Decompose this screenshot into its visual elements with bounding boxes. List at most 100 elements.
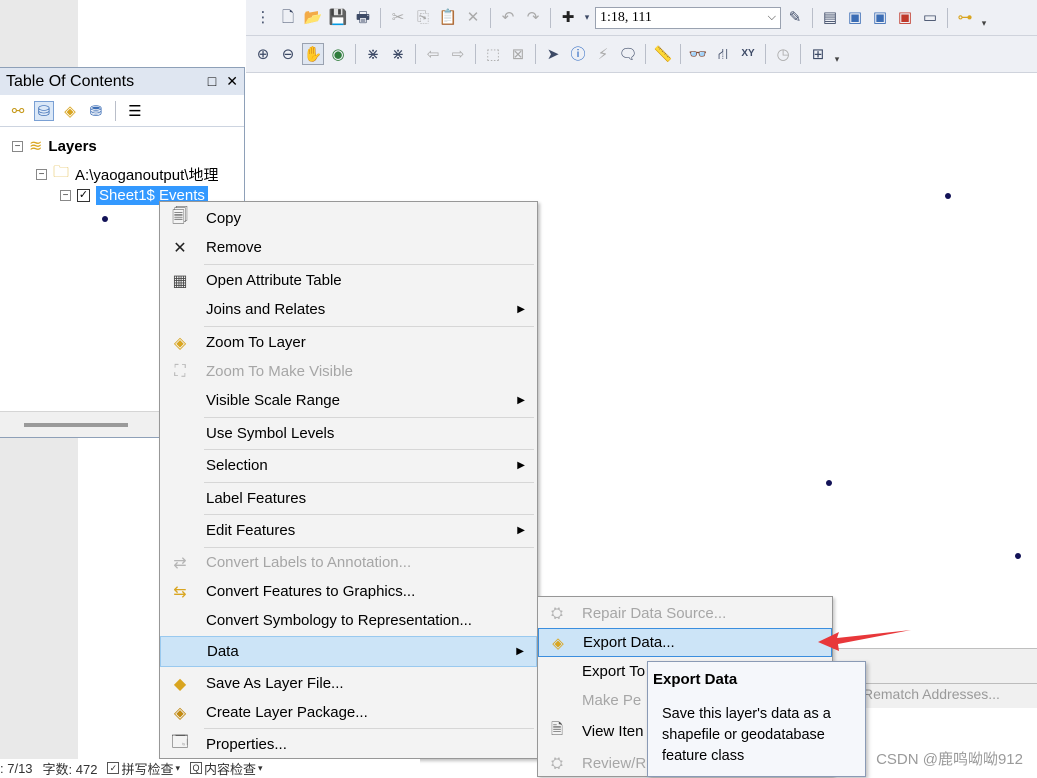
menu-item-open-attribute-table[interactable]: ▦ Open Attribute Table <box>160 266 537 295</box>
fixed-zoom-in-icon[interactable]: ⋇ <box>362 43 384 65</box>
toc-title-bar[interactable]: Table Of Contents □ ✕ <box>0 68 244 95</box>
folder-icon: 🗀 <box>53 164 70 181</box>
tree-row-folder[interactable]: − 🗀 A:\yaoganoutput\地理 <box>36 161 218 188</box>
full-extent-icon[interactable]: ◉ <box>327 43 349 65</box>
export-data-icon: ◈ <box>552 634 564 652</box>
toolbar-separator <box>800 44 801 64</box>
menu-item-convert-labels-to-annotation: ⇄ Convert Labels to Annotation... <box>160 548 537 577</box>
table-of-contents-icon[interactable]: ▤ <box>819 7 841 29</box>
menu-item-visible-scale-range[interactable]: Visible Scale Range ▶ <box>160 386 537 415</box>
layer-symbol-icon <box>102 216 108 222</box>
redo-icon[interactable]: ↷ <box>522 7 544 29</box>
measure-icon[interactable]: 📏 <box>652 43 674 65</box>
select-elements-icon[interactable]: ➤ <box>542 43 564 65</box>
menu-item-selection[interactable]: Selection ▶ <box>160 451 537 480</box>
menu-item-joins-and-relates[interactable]: Joins and Relates ▶ <box>160 295 537 324</box>
open-folder-icon[interactable]: 📂 <box>302 7 324 29</box>
toolbar-options-icon[interactable]: ▾ <box>979 7 989 29</box>
editor-toolbar-icon[interactable]: ✎ <box>784 7 806 29</box>
remove-icon: ✕ <box>173 239 187 257</box>
cut-icon[interactable]: ✂ <box>387 7 409 29</box>
content-check-button[interactable]: Q 内容检查 ▾ <box>190 759 263 778</box>
menu-label: Visible Scale Range <box>206 392 340 409</box>
python-window-icon[interactable]: ▭ <box>919 7 941 29</box>
page-indicator[interactable]: : 7/13 <box>0 761 33 776</box>
collapse-icon[interactable]: − <box>60 190 71 201</box>
options-icon[interactable]: ☰ <box>125 101 145 121</box>
go-to-xy-icon[interactable]: XY <box>737 43 759 65</box>
menu-item-create-layer-package[interactable]: ◈ Create Layer Package... <box>160 698 537 727</box>
select-features-icon[interactable]: ⬚ <box>482 43 504 65</box>
copy-icon[interactable]: ⎘ <box>412 7 434 29</box>
menu-separator <box>204 482 534 483</box>
undo-icon[interactable]: ↶ <box>497 7 519 29</box>
menu-separator <box>204 514 534 515</box>
menu-item-data[interactable]: Data ▶ <box>160 636 537 667</box>
toolbar-separator <box>415 44 416 64</box>
menu-item-convert-features-to-graphics[interactable]: ⇆ Convert Features to Graphics... <box>160 577 537 606</box>
save-icon[interactable]: 💾 <box>327 7 349 29</box>
print-icon[interactable]: 🖶 <box>352 7 374 29</box>
properties-icon: 🗔 <box>171 734 189 751</box>
clear-selection-icon[interactable]: ⊠ <box>507 43 529 65</box>
list-by-source-icon[interactable]: ⛁ <box>34 100 54 121</box>
tooltip-description: Save this layer's data as a shapefile or… <box>662 706 831 764</box>
menu-item-properties[interactable]: 🗔 Properties... <box>160 730 537 759</box>
spell-check-icon: ✓ <box>107 762 120 774</box>
layer-visibility-checkbox[interactable]: ✓ <box>77 189 90 202</box>
spell-check-button[interactable]: ✓ 拼写检查 ▾ <box>107 759 180 778</box>
time-slider-icon[interactable]: ◷ <box>772 43 794 65</box>
close-icon[interactable]: ✕ <box>226 73 238 90</box>
menu-item-save-as-layer-file[interactable]: ◆ Save As Layer File... <box>160 669 537 698</box>
hyperlink-icon[interactable]: ⚡ <box>592 43 614 65</box>
list-by-visibility-icon[interactable]: ◈ <box>60 101 80 121</box>
menu-item-label-features[interactable]: Label Features <box>160 484 537 513</box>
delete-icon[interactable]: ✕ <box>462 7 484 29</box>
list-by-selection-icon[interactable]: ⛃ <box>86 101 106 121</box>
chevron-down-icon[interactable]: ⌵ <box>768 11 776 24</box>
identify-icon[interactable]: ⓘ <box>567 43 589 65</box>
create-viewer-icon[interactable]: ⊞ <box>807 43 829 65</box>
map-scale-combobox[interactable]: 1:18, 111 ⌵ <box>595 6 781 29</box>
collapse-icon[interactable]: − <box>36 169 47 180</box>
paste-icon[interactable]: 📋 <box>437 7 459 29</box>
menu-item-convert-symbology-to-representation[interactable]: Convert Symbology to Representation... <box>160 606 537 635</box>
word-count[interactable]: 字数: 472 <box>43 759 98 778</box>
catalog-window-icon[interactable]: ▣ <box>844 7 866 29</box>
fixed-zoom-out-icon[interactable]: ⋇ <box>387 43 409 65</box>
submenu-item-export-data[interactable]: ◈ Export Data... <box>538 628 832 657</box>
menu-item-zoom-to-layer[interactable]: ◈ Zoom To Layer <box>160 328 537 357</box>
menu-item-use-symbol-levels[interactable]: Use Symbol Levels <box>160 419 537 448</box>
menu-label: Open Attribute Table <box>206 272 342 289</box>
submenu-arrow-icon: ▶ <box>517 460 525 471</box>
model-builder-icon[interactable]: ⊶ <box>954 7 976 29</box>
html-popup-icon[interactable]: 🗨 <box>617 43 639 65</box>
arctoolbox-icon[interactable]: ▣ <box>894 7 916 29</box>
scrollbar-thumb[interactable] <box>24 423 128 427</box>
tree-row-layers[interactable]: − ≋ Layers <box>12 136 97 156</box>
menu-item-copy[interactable]: 🗐 Copy <box>160 204 537 233</box>
menu-item-remove[interactable]: ✕ Remove <box>160 233 537 262</box>
new-document-icon[interactable]: 🗋 <box>277 7 299 29</box>
search-window-icon[interactable]: ▣ <box>869 7 891 29</box>
watermark: CSDN @鹿鸣呦呦912 <box>876 751 1023 768</box>
toolbar-options-icon[interactable]: ▾ <box>832 43 842 65</box>
forward-extent-icon[interactable]: ⇨ <box>447 43 469 65</box>
tools-toolbar: ⊕ ⊖ ✋ ◉ ⋇ ⋇ ⇦ ⇨ ⬚ ⊠ ➤ ⓘ ⚡ 🗨 📏 👓 ⛙ XY ◷ ⊞… <box>246 36 1037 73</box>
back-extent-icon[interactable]: ⇦ <box>422 43 444 65</box>
list-by-drawing-order-icon[interactable]: ⚯ <box>8 101 28 121</box>
menu-item-edit-features[interactable]: Edit Features ▶ <box>160 516 537 545</box>
add-data-icon[interactable]: ✚ <box>557 7 579 29</box>
pan-hand-icon[interactable]: ✋ <box>302 43 324 65</box>
minimize-icon[interactable]: □ <box>208 73 216 90</box>
add-data-dropdown-icon[interactable]: ▾ <box>582 7 592 29</box>
toolbar-grip-icon[interactable]: ⋮ <box>252 7 274 29</box>
toolbar-separator <box>947 7 948 28</box>
menu-separator <box>204 417 534 418</box>
find-binoculars-icon[interactable]: 👓 <box>687 43 709 65</box>
zoom-in-icon[interactable]: ⊕ <box>252 43 274 65</box>
find-route-icon[interactable]: ⛙ <box>712 43 734 65</box>
collapse-icon[interactable]: − <box>12 140 23 152</box>
folder-label: A:\yaoganoutput\地理 <box>75 167 219 184</box>
zoom-out-icon[interactable]: ⊖ <box>277 43 299 65</box>
